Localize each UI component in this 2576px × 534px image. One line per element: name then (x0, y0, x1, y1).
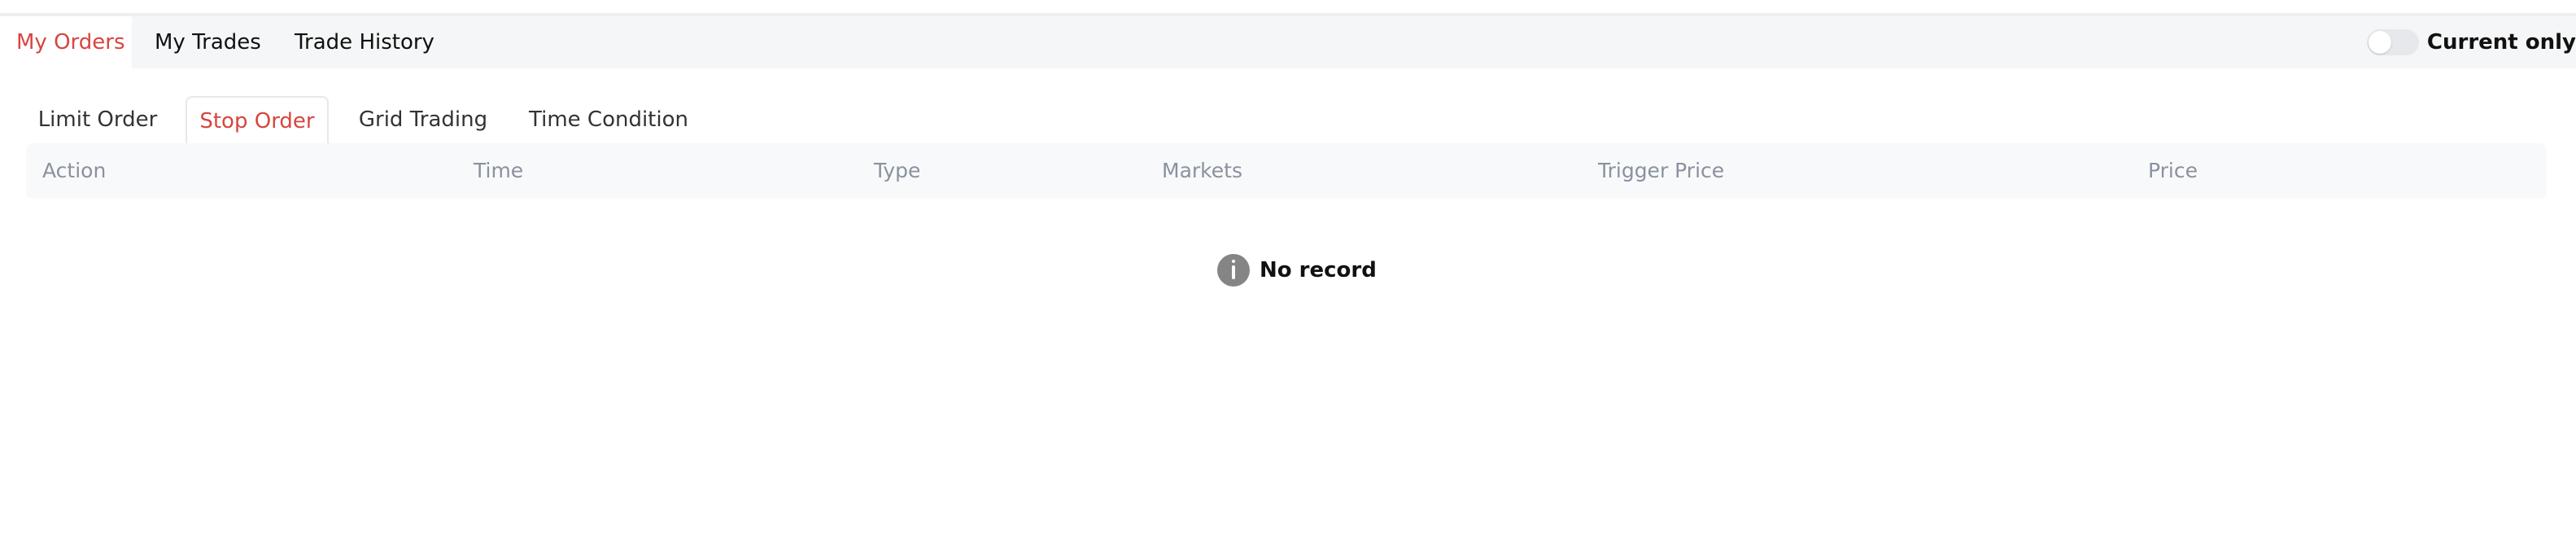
orders-panel: My Orders My Trades Trade History Curren… (0, 0, 2576, 534)
tab-trade-history[interactable]: Trade History (278, 16, 449, 68)
tab-stop-order[interactable]: Stop Order (186, 96, 329, 143)
column-header-markets: Markets (1162, 159, 1242, 182)
tab-limit-order[interactable]: Limit Order (26, 96, 169, 143)
order-type-tabs: Limit Order Stop Order Grid Trading Time… (26, 96, 2548, 143)
toggle-knob (2368, 31, 2391, 54)
column-header-price: Price (2148, 159, 2198, 182)
tab-my-orders[interactable]: My Orders (0, 16, 132, 68)
empty-state-message: No record (1260, 258, 1377, 282)
column-header-trigger-price: Trigger Price (1598, 159, 1725, 182)
tab-time-condition[interactable]: Time Condition (517, 96, 700, 143)
column-header-time: Time (474, 159, 524, 182)
column-header-type: Type (874, 159, 921, 182)
tab-grid-trading[interactable]: Grid Trading (350, 96, 496, 143)
info-icon (1217, 254, 1250, 287)
empty-state: No record (1217, 252, 1377, 288)
current-only-toggle[interactable]: Current only (2366, 16, 2576, 68)
top-strip (0, 0, 2576, 16)
top-tab-bar: My Orders My Trades Trade History (0, 16, 2576, 68)
column-header-action: Action (42, 159, 107, 182)
current-only-label: Current only (2426, 30, 2576, 55)
toggle-switch[interactable] (2366, 29, 2419, 55)
tab-my-trades[interactable]: My Trades (138, 16, 272, 68)
orders-table-header: Action Time Type Markets Trigger Price P… (26, 143, 2547, 199)
